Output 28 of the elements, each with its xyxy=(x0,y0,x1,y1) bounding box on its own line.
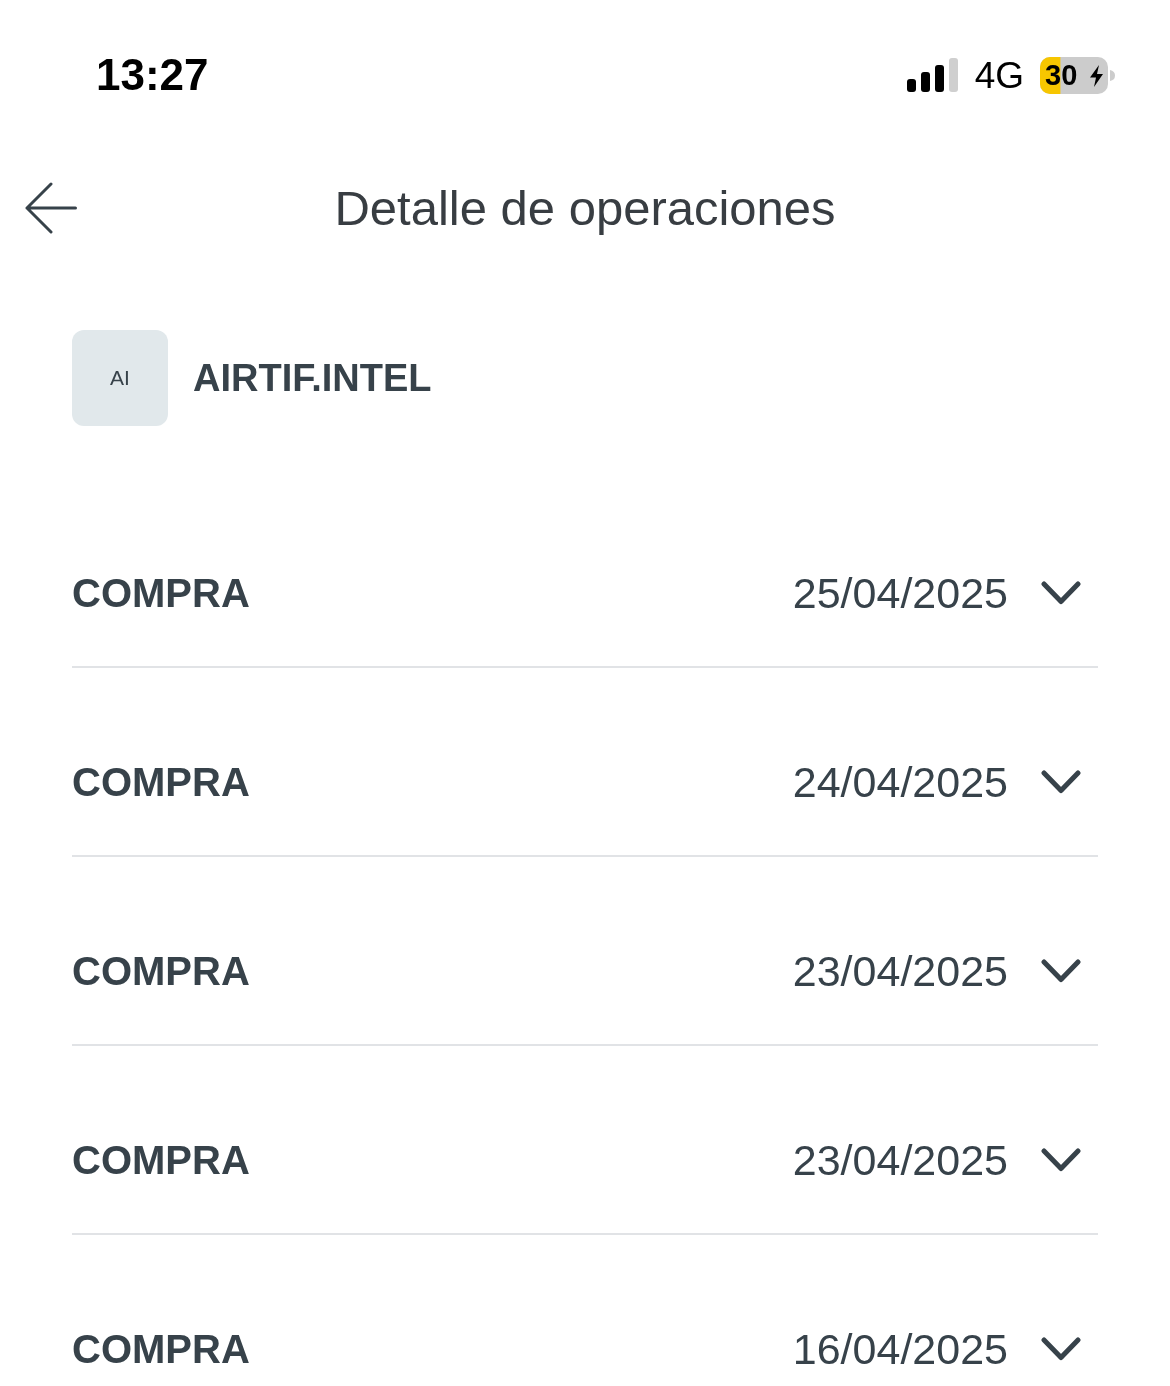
chevron-icon[interactable] xyxy=(1041,770,1081,794)
chevron-icon[interactable] xyxy=(1041,959,1081,983)
operation-date: 24/04/2025 xyxy=(792,758,1008,806)
chevron-icon[interactable] xyxy=(1041,1337,1081,1361)
operation-row[interactable]: COMPRA 25/04/2025 xyxy=(72,479,1098,668)
page-title: Detalle de operaciones xyxy=(334,183,836,233)
operation-type: COMPRA xyxy=(72,948,250,995)
operation-type: COMPRA xyxy=(72,1326,250,1373)
operation-date: 23/04/2025 xyxy=(792,947,1008,995)
operation-type: COMPRA xyxy=(72,570,250,617)
operation-row[interactable]: COMPRA 16/04/2025 xyxy=(72,1235,1098,1386)
operation-date: 23/04/2025 xyxy=(792,1136,1008,1184)
operation-date: 25/04/2025 xyxy=(792,569,1008,617)
chevron-icon[interactable] xyxy=(1041,1148,1081,1172)
chevron-icon[interactable] xyxy=(1041,581,1081,605)
operation-row[interactable]: COMPRA 23/04/2025 xyxy=(72,857,1098,1046)
back-arrow-icon xyxy=(25,182,77,234)
network-type: 4G xyxy=(974,56,1024,94)
operation-type: COMPRA xyxy=(72,1137,250,1184)
operation-date: 16/04/2025 xyxy=(792,1325,1008,1373)
merchant-avatar: AI xyxy=(72,330,168,426)
back-button[interactable] xyxy=(25,182,77,234)
operation-row[interactable]: COMPRA 24/04/2025 xyxy=(72,668,1098,857)
merchant-name: AIRTIF.INTEL xyxy=(193,359,432,397)
status-time: 13:27 xyxy=(96,53,209,97)
signal-icon xyxy=(906,58,958,92)
operation-row[interactable]: COMPRA 23/04/2025 xyxy=(72,1046,1098,1235)
operation-type: COMPRA xyxy=(72,759,250,806)
